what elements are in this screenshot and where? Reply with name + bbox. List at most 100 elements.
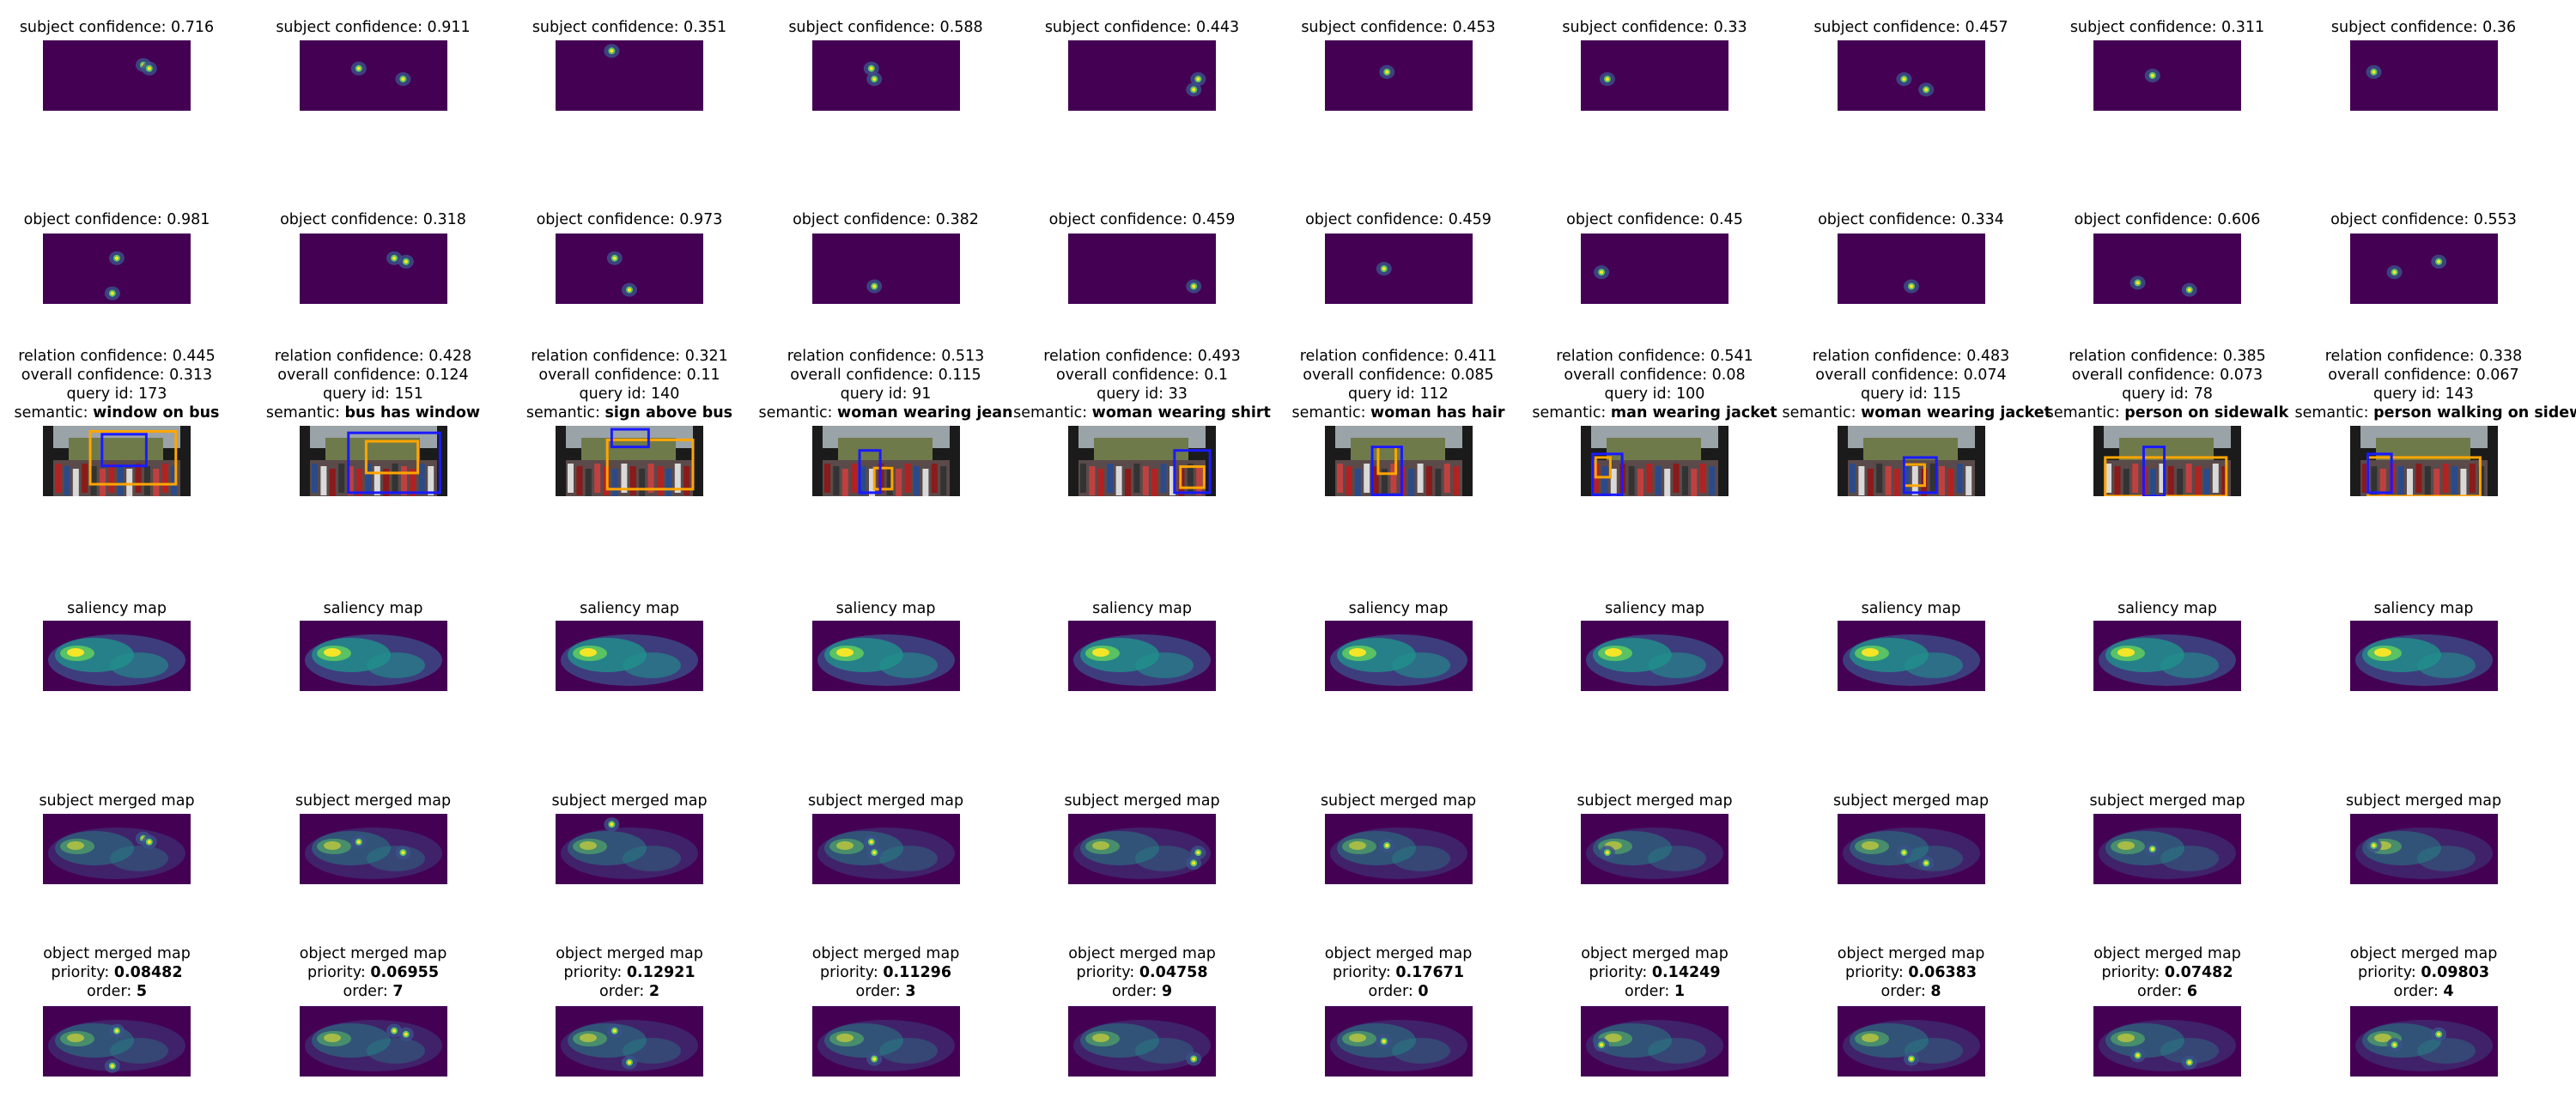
saliency-peak-core: [323, 1034, 341, 1042]
photo-person: [2203, 469, 2210, 496]
saliency-map: [811, 621, 960, 691]
object-merged-caption: object merged map priority: 0.14249 order:…: [1581, 945, 1728, 1000]
saliency-glow: [110, 1038, 168, 1064]
saliency-map-title: saliency map: [323, 600, 423, 617]
saliency-peak-core: [1092, 1034, 1109, 1042]
photo-person: [1691, 469, 1698, 496]
photo-person: [823, 464, 830, 493]
photo-person: [594, 464, 601, 493]
saliency-glow: [878, 652, 938, 678]
object-merged-caption: object merged map priority: 0.06383 order:…: [1837, 945, 1985, 1000]
heat-spot-core: [1192, 284, 1196, 288]
photo-person: [1911, 466, 1918, 495]
photo-person: [841, 469, 848, 496]
saliency-map-title: saliency map: [1605, 600, 1704, 617]
photo-person: [1363, 464, 1370, 493]
saliency-glow: [366, 1038, 425, 1064]
subject-confidence-title: subject confidence: 0.457: [1814, 19, 2008, 36]
heat-spot-core: [2372, 843, 2376, 847]
heat-spot-core: [1605, 77, 1609, 82]
subject-attention-map: [2349, 40, 2498, 111]
saliency-map-title: saliency map: [580, 600, 679, 617]
relation-caption: relation confidence: 0.513 overall confid…: [758, 348, 1013, 422]
photo-person: [1142, 466, 1149, 495]
heat-spot-core: [400, 77, 404, 82]
photo-person: [1097, 469, 1104, 496]
heat-spot-core: [1196, 851, 1200, 855]
heat-spot-core: [1192, 88, 1196, 92]
heatmap-background: [1324, 234, 1473, 304]
photo-person: [319, 466, 326, 495]
subject-attention-map: [43, 40, 191, 111]
saliency-glow: [2416, 1038, 2476, 1064]
relation-caption: relation confidence: 0.493 overall confid…: [1013, 348, 1271, 422]
photo-person: [1425, 466, 1432, 495]
detection-photo: [2093, 426, 2241, 496]
heat-spot-core: [404, 1032, 408, 1036]
detection-photo: [1581, 426, 1728, 496]
saliency-glow: [623, 652, 681, 678]
photo-person: [2451, 466, 2458, 495]
object-merged-caption: object merged map priority: 0.04758 order:…: [1068, 945, 1216, 1000]
object-merged-caption: object merged map priority: 0.17671 order:…: [1324, 945, 1473, 1000]
photo-person: [1646, 464, 1653, 493]
photo-person: [665, 469, 672, 496]
heatmap-background: [299, 40, 447, 111]
photo-person: [2415, 464, 2421, 493]
photo-person: [1089, 466, 1096, 495]
photo-crowd: [2360, 460, 2488, 496]
photo-person: [913, 466, 920, 495]
heatmap-background: [1837, 40, 1985, 111]
object-attention-map: [811, 234, 960, 304]
saliency-map-title: saliency map: [67, 600, 167, 617]
saliency-peak-core: [323, 648, 341, 657]
heat-spot-core: [1192, 861, 1196, 865]
object-confidence-title: object confidence: 0.382: [793, 211, 979, 228]
photo-person: [1938, 466, 1945, 495]
heat-spot-core: [2392, 1043, 2397, 1047]
heat-spot-core: [628, 1060, 631, 1064]
photo-crowd: [1334, 460, 1462, 496]
subject-attention-map: [811, 40, 960, 111]
saliency-glow: [1391, 1038, 1450, 1064]
heat-spot-core: [115, 256, 118, 260]
object-merged-map: [2349, 1006, 2498, 1077]
subject-merged-map: [43, 814, 191, 884]
object-confidence-title: object confidence: 0.459: [1048, 211, 1236, 228]
photo-person: [921, 469, 928, 496]
saliency-peak-core: [1348, 1034, 1366, 1042]
saliency-glow: [366, 652, 425, 678]
subject-attention-map: [1324, 40, 1473, 111]
photo-person: [1601, 466, 1608, 495]
photo-person: [1125, 469, 1131, 496]
photo-person: [2433, 469, 2439, 496]
object-merged-map: [1837, 1006, 1985, 1077]
detection-photo: [811, 426, 960, 496]
saliency-glow: [1135, 846, 1194, 871]
saliency-glow: [1648, 652, 1706, 678]
photo-person: [1637, 469, 1643, 496]
detection-photo: [1837, 426, 1985, 496]
heatmap-background: [2093, 40, 2241, 111]
photo-person: [1655, 466, 1662, 495]
heat-spot-core: [1605, 851, 1609, 855]
photo-person: [629, 466, 636, 495]
heat-spot-core: [2136, 281, 2140, 285]
photo-person: [568, 464, 574, 493]
object-merged-map: [43, 1006, 191, 1077]
relation-caption: relation confidence: 0.428 overall confid…: [265, 348, 481, 422]
object-merged-map: [1581, 1006, 1728, 1077]
photo-person: [1407, 469, 1414, 496]
photo-person: [1857, 466, 1864, 495]
heatmap-background: [2349, 234, 2498, 304]
heat-spot-core: [392, 256, 396, 260]
saliency-peak-core: [323, 841, 341, 850]
heatmap-background: [1837, 234, 1985, 304]
photo-person: [2406, 469, 2413, 496]
photo-person: [585, 469, 592, 496]
object-confidence-title: object confidence: 0.553: [2330, 211, 2517, 228]
heat-spot-core: [2187, 1060, 2191, 1064]
object-confidence-title: object confidence: 0.606: [2074, 211, 2261, 228]
photo-person: [1965, 466, 1971, 495]
photo-person: [90, 466, 97, 495]
